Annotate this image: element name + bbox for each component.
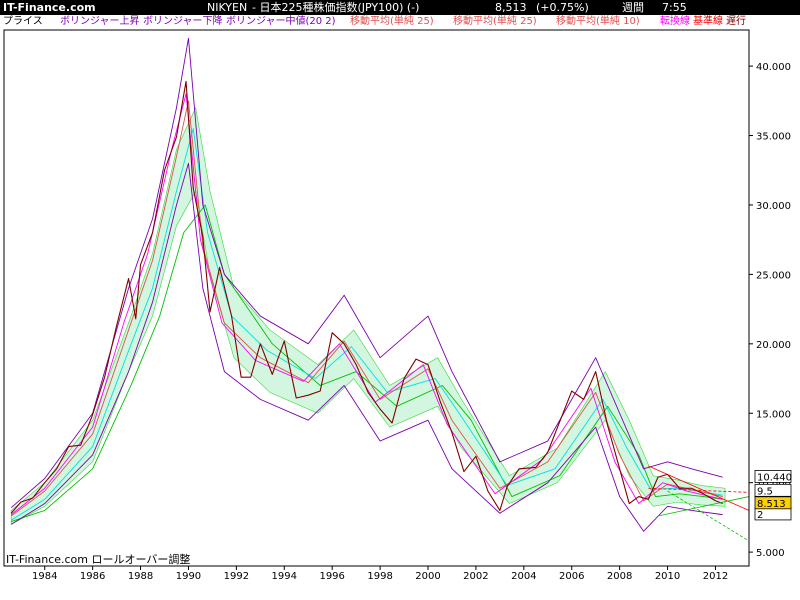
clock-time: 7:55: [662, 1, 687, 14]
period-label: 週間: [622, 1, 644, 14]
y-tick-label: 35.000: [756, 132, 791, 143]
footer-note: IT-Finance.com ロールオーバー調整: [6, 553, 191, 566]
badge-upper: 10.440: [757, 472, 792, 483]
x-tick-label: 2012: [703, 571, 728, 582]
y-tick-label: 15.000: [756, 409, 791, 420]
price-badges: 10.440 9.5 28.513: [754, 470, 792, 521]
x-tick-label: 1986: [80, 571, 105, 582]
x-tick-label: 2010: [655, 571, 680, 582]
legend-item-bollinger-upper[interactable]: ボリンジャー上昇: [60, 15, 140, 29]
series-line-0[interactable]: [10, 80, 723, 514]
legend-item-sma-25a[interactable]: 移動平均(単純 25): [350, 15, 434, 29]
badge-lower: 2: [757, 510, 763, 521]
x-tick-label: 1994: [272, 571, 297, 582]
y-tick-label: 30.000: [756, 201, 791, 212]
x-tick-label: 1988: [128, 571, 153, 582]
ticker-symbol: NIKYEN: [207, 1, 248, 14]
title-bar: IT-Finance.com NIKYEN - 日本225種株価指数(JPY10…: [0, 0, 800, 15]
site-name: IT-Finance.com: [3, 1, 96, 14]
badge-last-price: 8.513: [757, 499, 786, 510]
x-tick-label: 2002: [463, 571, 488, 582]
x-tick-label: 2006: [559, 571, 584, 582]
price-chart[interactable]: 5.00010.00015.00020.00025.00030.00035.00…: [0, 29, 800, 600]
x-tick-label: 1992: [224, 571, 249, 582]
badge-mid: 9.5: [757, 486, 773, 497]
x-tick-label: 1984: [32, 571, 57, 582]
x-tick-label: 1990: [176, 571, 201, 582]
legend-item-tenkan[interactable]: 転換線: [660, 15, 690, 29]
plot-area[interactable]: [10, 37, 750, 542]
indicator-legend: プライス ボリンジャー上昇 ボリンジャー下降 ボリンジャー中値(20 2) 移動…: [0, 15, 800, 29]
legend-item-chikou[interactable]: 遅行: [726, 15, 746, 29]
y-tick-label: 25.000: [756, 270, 791, 281]
x-tick-label: 2004: [511, 571, 536, 582]
legend-item-bollinger-middle[interactable]: ボリンジャー中値(20 2): [226, 15, 336, 29]
x-tick-label: 1996: [319, 571, 344, 582]
legend-item-sma-10[interactable]: 移動平均(単純 10): [556, 15, 640, 29]
series-line-4[interactable]: [10, 93, 723, 515]
legend-item-sma-25b[interactable]: 移動平均(単純 25): [453, 15, 537, 29]
y-tick-label: 5.000: [756, 548, 785, 559]
y-tick-label: 40.000: [756, 62, 791, 73]
instrument-title: - 日本225種株価指数(JPY100) (-): [252, 1, 420, 14]
legend-item-price[interactable]: プライス: [3, 15, 43, 29]
y-tick-label: 20.000: [756, 340, 791, 351]
x-tick-label: 2008: [607, 571, 632, 582]
legend-item-kijun[interactable]: 基準線: [693, 15, 723, 29]
x-tick-label: 2000: [415, 571, 440, 582]
series-line-2[interactable]: [10, 162, 723, 532]
price-change: (+0.75%): [536, 1, 589, 14]
legend-item-bollinger-lower[interactable]: ボリンジャー下降: [143, 15, 223, 29]
x-tick-label: 1998: [367, 571, 392, 582]
last-price: 8,513: [495, 1, 527, 14]
